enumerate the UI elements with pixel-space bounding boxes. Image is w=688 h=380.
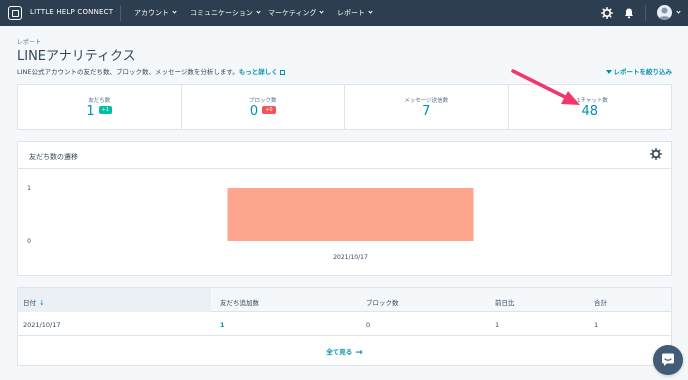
chat-widget-button[interactable] (653, 345, 683, 375)
stat-label: 友だち数 (88, 98, 111, 104)
chevron-down-icon (172, 9, 177, 14)
stat-number: 7 (422, 104, 431, 119)
nav-item-label: アカウント (134, 9, 169, 17)
stat-friends: 友だち数 1 +1 (18, 85, 182, 129)
stat-messages-sent: メッセージ送信数 7 (345, 85, 509, 129)
nav-item-marketing[interactable]: マーケティング (268, 8, 325, 18)
stat-number: 0 (249, 104, 259, 119)
gear-icon[interactable] (650, 148, 662, 160)
bell-icon[interactable] (623, 7, 635, 19)
filter-icon (605, 70, 612, 74)
bar-chart: 0 1 2021/10/17 (27, 185, 474, 261)
logo-icon[interactable] (8, 6, 22, 20)
nav-item-report[interactable]: レポート (337, 8, 373, 18)
column-header-date[interactable]: 日付 ↓ (23, 297, 45, 307)
stat-number: 1 (86, 104, 95, 119)
nav-divider (645, 5, 646, 21)
page-subtitle: LINE公式アカウントの友だち数、ブロック数、メッセージ数を分析します。もっと詳… (17, 66, 285, 76)
chart-title: 友だち数の遷移 (29, 153, 78, 161)
chevron-down-icon (368, 9, 373, 14)
y-tick-label: 1 (27, 185, 31, 192)
filter-report-link[interactable]: レポートを絞り込み (605, 66, 673, 76)
table-cell: 2021/10/17 (23, 321, 61, 329)
chevron-down-icon (256, 9, 261, 14)
y-tick-label: 0 (27, 238, 31, 245)
change-badge: +1 (98, 105, 113, 114)
nav-item-label: レポート (337, 9, 365, 17)
see-all-label: 全て見る (326, 348, 353, 356)
nav-divider (120, 5, 121, 21)
x-tick-label: 2021/10/17 (333, 254, 368, 261)
chat-icon (662, 353, 674, 366)
brand-name[interactable]: LITTLE HELP CONNECT (30, 8, 113, 16)
learn-more-link[interactable]: もっと詳しく (239, 68, 285, 76)
change-badge: +0 (262, 105, 276, 114)
user-icon (658, 7, 671, 20)
table-cell: 0 (366, 321, 371, 329)
top-nav: LITTLE HELP CONNECT アカウント コミュニケーション マーケテ… (0, 0, 688, 26)
nav-item-account[interactable]: アカウント (134, 8, 177, 18)
filter-report-label: レポートを絞り込み (613, 68, 673, 76)
nav-item-label: コミュニケーション (190, 9, 253, 17)
table-cell: 1 (495, 321, 500, 329)
table-cell-link[interactable]: 1 (220, 321, 225, 329)
stat-blocks: ブロック数 0 +0 (182, 85, 345, 129)
annotation-arrow (511, 69, 580, 105)
see-all-link[interactable]: 全て見る → (18, 346, 671, 358)
stat-value: 7 (345, 104, 508, 119)
table-row: 2021/10/17 1 0 1 1 (18, 312, 671, 336)
stat-label: ブロック数 (248, 98, 277, 104)
arrow-right-icon: → (355, 348, 363, 358)
gear-icon[interactable] (601, 7, 613, 19)
column-header-blocks[interactable]: ブロック数 (366, 297, 399, 307)
external-link-icon (279, 69, 285, 75)
column-header-day-over-day[interactable]: 前日比 (495, 297, 515, 307)
nav-item-communication[interactable]: コミュニケーション (190, 8, 261, 18)
chart-bar[interactable] (227, 188, 474, 241)
chevron-down-icon[interactable] (676, 9, 681, 14)
subtitle-text: LINE公式アカウントの友だち数、ブロック数、メッセージ数を分析します。 (17, 68, 239, 76)
column-header-label: 日付 (23, 299, 36, 307)
chart-panel: 友だち数の遷移 0 1 2021/10/17 (17, 141, 672, 276)
chart-header: 友だち数の遷移 (18, 142, 671, 169)
sorted-column-bg (18, 288, 211, 312)
stat-value: 1 +1 (18, 104, 181, 119)
table-header: 日付 ↓ 友だち追加数 ブロック数 前日比 合計 (18, 288, 671, 312)
avatar[interactable] (657, 5, 672, 20)
stat-label: メッセージ送信数 (404, 98, 449, 104)
data-table: 日付 ↓ 友だち追加数 ブロック数 前日比 合計 2021/10/17 1 0 1… (17, 287, 672, 366)
learn-more-label: もっと詳しく (238, 68, 278, 76)
sort-down-icon: ↓ (39, 299, 45, 307)
column-header-friends-added[interactable]: 友だち追加数 (220, 297, 259, 307)
chevron-down-icon (319, 9, 325, 14)
column-header-total[interactable]: 合計 (594, 297, 607, 307)
stat-value: 0 +0 (182, 104, 345, 119)
nav-item-label: マーケティング (268, 9, 317, 17)
table-cell: 1 (594, 321, 599, 329)
page-title: LINEアナリティクス (17, 49, 136, 64)
